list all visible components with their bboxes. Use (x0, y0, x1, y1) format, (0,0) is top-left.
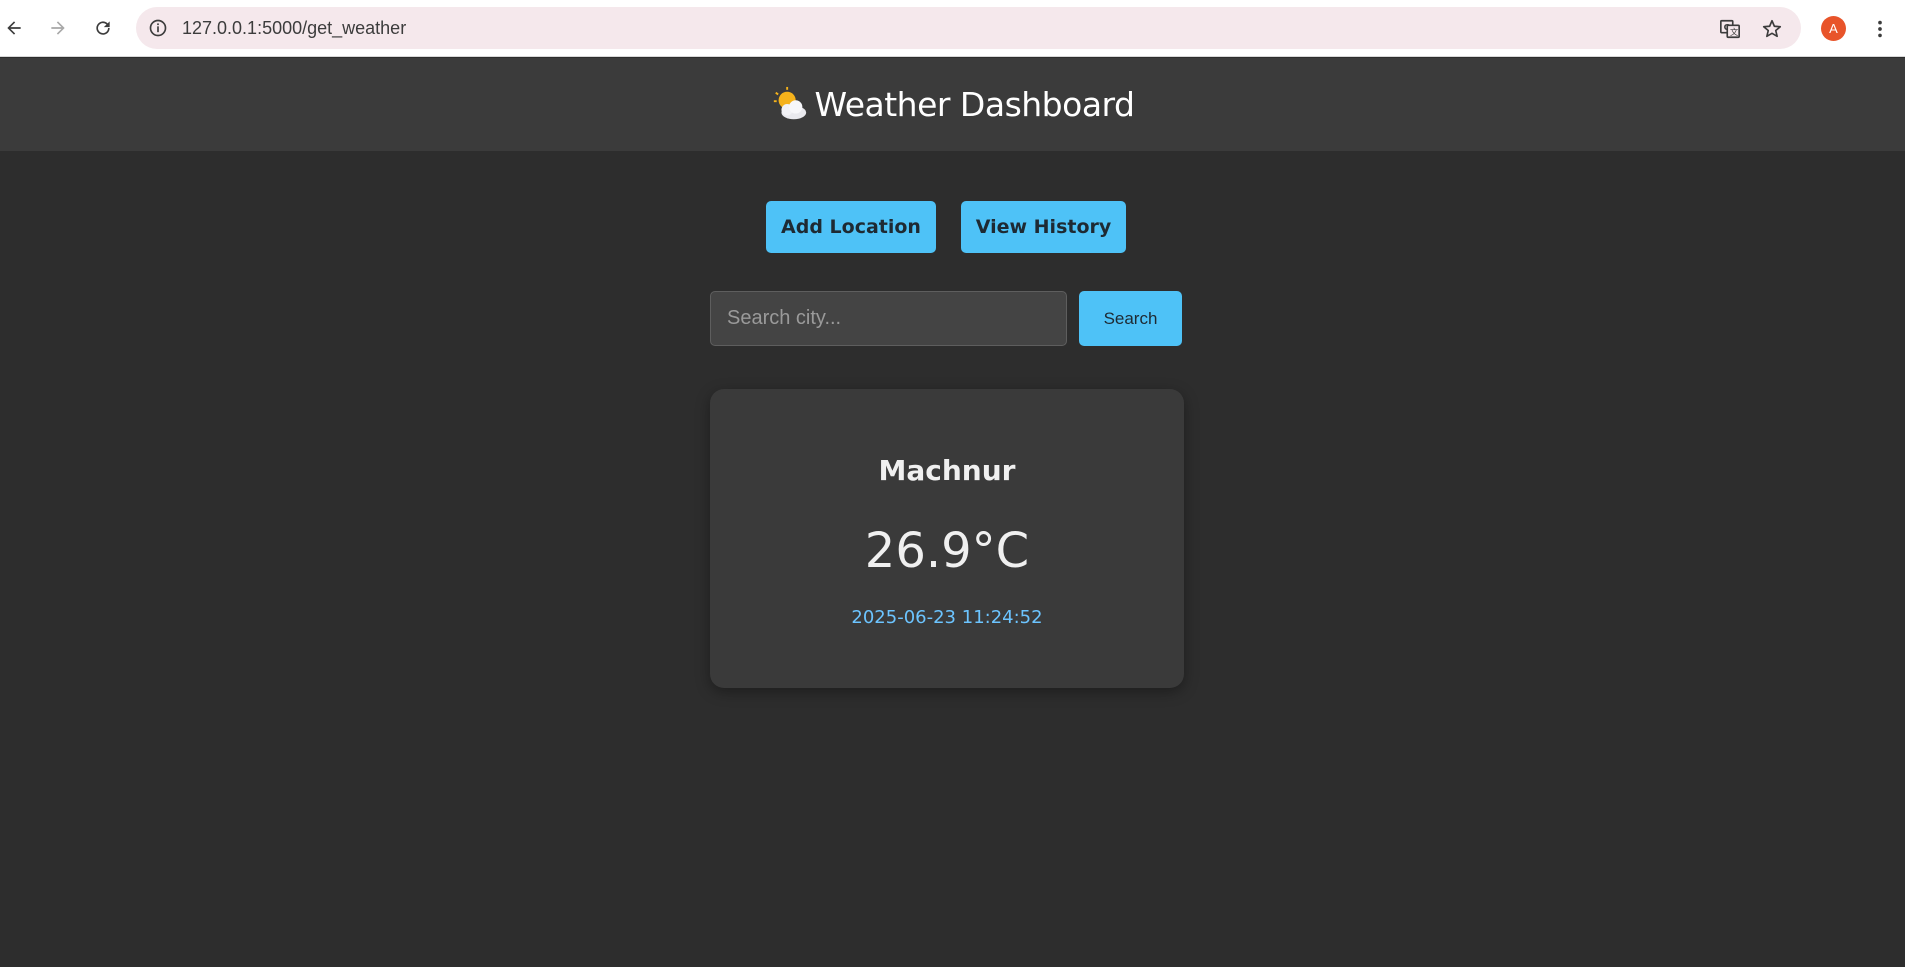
profile-avatar[interactable]: A (1821, 16, 1846, 41)
title-wrap: Weather Dashboard (0, 58, 1905, 151)
star-icon[interactable] (1760, 17, 1784, 41)
add-location-button[interactable]: Add Location (766, 201, 936, 253)
view-history-button[interactable]: View History (961, 201, 1126, 253)
search-button[interactable]: Search (1079, 291, 1182, 346)
weather-card: Machnur 26.9°C 2025-06-23 11:24:52 (710, 389, 1184, 688)
address-bar[interactable]: 127.0.0.1:5000/get_weather G 文 (136, 7, 1801, 49)
svg-text:文: 文 (1730, 27, 1738, 37)
sun-behind-cloud-icon (773, 86, 806, 119)
search-input[interactable] (710, 291, 1067, 346)
more-vert-icon[interactable] (1866, 15, 1894, 43)
forward-arrow-icon[interactable] (44, 14, 72, 42)
back-arrow-icon[interactable] (0, 14, 28, 42)
info-icon[interactable] (148, 18, 168, 38)
url-text[interactable]: 127.0.0.1:5000/get_weather (182, 18, 406, 39)
city-name: Machnur (878, 454, 1016, 487)
timestamp: 2025-06-23 11:24:52 (851, 607, 1043, 628)
temperature: 26.9°C (864, 523, 1030, 579)
app-header: Weather Dashboard (0, 58, 1905, 151)
browser-toolbar: 127.0.0.1:5000/get_weather G 文 A (0, 0, 1905, 57)
reload-icon[interactable] (89, 14, 117, 42)
translate-icon[interactable]: G 文 (1718, 17, 1742, 41)
page-title: Weather Dashboard (814, 85, 1135, 124)
